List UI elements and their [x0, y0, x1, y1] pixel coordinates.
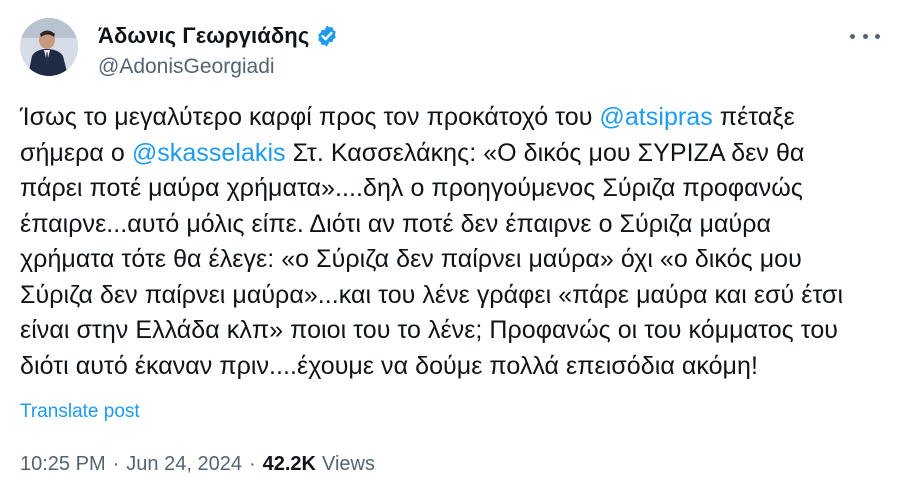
tweet-line: είναι στην Ελλάδα κλπ» ποιοι του το λένε… [20, 313, 884, 349]
mention-link[interactable]: @skasselakis [132, 139, 286, 167]
name-row: Άδωνις Γεωργιάδης [98, 22, 339, 50]
profile-photo-icon [20, 18, 78, 76]
tweet-text-segment: είναι στην Ελλάδα κλπ» ποιοι του το λένε… [20, 316, 839, 344]
tweet-text-segment: πάρει ποτέ μαύρα χρήματα»....δηλ ο προηγ… [20, 174, 803, 202]
more-dot [875, 33, 880, 39]
tweet-line: χρήματα τότε θα έλεγε: «ο Σύριζα δεν παί… [20, 242, 884, 278]
tweet-line: Ίσως το μεγαλύτερο καρφί προς τον προκάτ… [20, 100, 884, 136]
verified-badge-icon[interactable] [315, 24, 339, 48]
tweet-header: Άδωνις Γεωργιάδης @AdonisGeorgiadi [20, 18, 880, 82]
more-dot [850, 33, 855, 39]
tweet-text-segment: πέταξε [712, 103, 795, 131]
translate-post-link[interactable]: Translate post [20, 401, 140, 423]
views-label: Views [321, 453, 375, 475]
tweet-line: σήμερα ο @skasselakis Στ. Κασσελάκης: «Ο… [20, 136, 884, 172]
tweet-text-segment: διότι αυτό έκαναν πριν....έχουμε να δούμ… [20, 351, 758, 380]
tweet-line: πάρει ποτέ μαύρα χρήματα»....δηλ ο προηγ… [20, 171, 884, 207]
post-time[interactable]: 10:25 PM [20, 453, 106, 476]
tweet-text-segment: χρήματα τότε θα έλεγε: «ο Σύριζα δεν παί… [20, 245, 802, 273]
post-date[interactable]: Jun 24, 2024 [126, 453, 242, 476]
tweet-line: έπαιρνε...αυτό μόλις είπε. Διότι αν ποτέ… [20, 207, 884, 243]
tweet-text-segment: Στ. Κασσελάκης: «Ο δικός μου ΣΥΡΙΖΑ δεν … [285, 138, 805, 167]
mention-link[interactable]: @atsipras [599, 103, 712, 131]
tweet-meta: 10:25 PM · Jun 24, 2024 · 42.2K Views [20, 453, 375, 476]
tweet-line: Σύριζα δεν παίρνει μαύρα»...και του λένε… [20, 278, 884, 314]
author-block: Άδωνις Γεωργιάδης @AdonisGeorgiadi [98, 22, 339, 79]
tweet-text-segment: σήμερα ο [20, 138, 132, 167]
meta-separator: · [112, 453, 120, 475]
more-dot [862, 33, 868, 39]
tweet-text-segment: έπαιρνε...αυτό μόλις είπε. Διότι αν ποτέ… [20, 209, 771, 238]
avatar[interactable] [20, 18, 78, 76]
display-name[interactable]: Άδωνις Γεωργιάδης [98, 23, 309, 49]
tweet-text-segment: Σύριζα δεν παίρνει μαύρα»...και του λένε… [20, 280, 844, 309]
more-options-icon[interactable] [850, 26, 880, 46]
meta-separator: · [248, 453, 256, 475]
tweet-line: διότι αυτό έκαναν πριν....έχουμε να δούμ… [20, 349, 884, 385]
handle[interactable]: @AdonisGeorgiadi [98, 55, 339, 79]
tweet-text: Ίσως το μεγαλύτερο καρφί προς τον προκάτ… [20, 100, 884, 384]
views-count[interactable]: 42.2K [263, 453, 316, 476]
tweet-text-segment: Ίσως το μεγαλύτερο καρφί προς τον προκάτ… [20, 103, 600, 131]
